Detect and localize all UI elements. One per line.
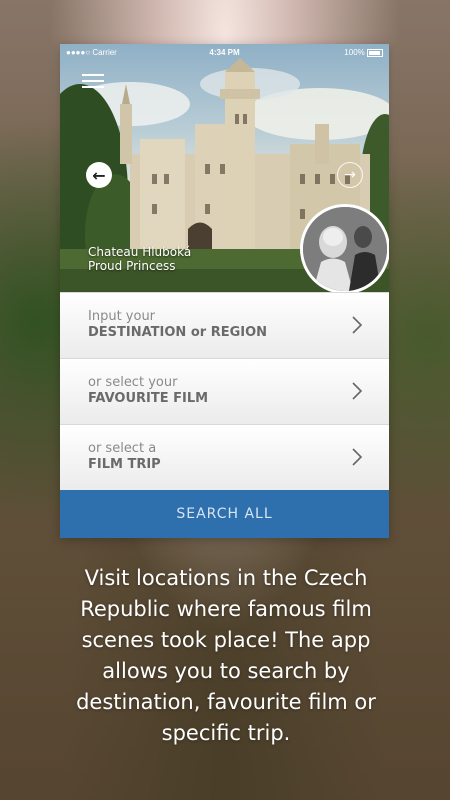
battery-icon xyxy=(367,48,383,57)
menu-icon[interactable] xyxy=(82,70,104,90)
status-time: 4:34 PM xyxy=(209,48,240,57)
destination-row[interactable]: Input your DESTINATION or REGION xyxy=(60,292,389,359)
film-name: Proud Princess xyxy=(88,259,176,273)
film-trip-row[interactable]: or select a FILM TRIP xyxy=(60,424,389,491)
film-line1: or select your xyxy=(88,375,178,390)
film-line2: FAVOURITE FILM xyxy=(88,391,209,406)
destination-line1: Input your xyxy=(88,309,156,324)
destination-line2: DESTINATION or REGION xyxy=(88,325,268,340)
hero-banner[interactable]: ●●●●○ Carrier 4:34 PM 100% ← → Chateau H… xyxy=(60,44,389,292)
favourite-film-row[interactable]: or select your FAVOURITE FILM xyxy=(60,358,389,425)
battery-percent: 100% xyxy=(344,48,365,57)
app-screen: ●●●●○ Carrier 4:34 PM 100% ← → Chateau H… xyxy=(60,44,389,538)
arrow-right-icon[interactable]: → xyxy=(337,162,363,188)
hero-caption: Chateau Hluboká Proud Princess xyxy=(88,245,191,273)
film-still-image xyxy=(303,207,387,291)
trip-line1: or select a xyxy=(88,441,157,456)
trip-line2: FILM TRIP xyxy=(88,457,161,472)
status-bar: ●●●●○ Carrier 4:34 PM 100% xyxy=(60,44,389,62)
search-all-button[interactable]: SEARCH ALL xyxy=(60,490,389,538)
arrow-left-icon[interactable]: ← xyxy=(86,162,112,188)
film-still-thumbnail[interactable] xyxy=(300,204,389,292)
chevron-right-icon xyxy=(352,448,363,466)
chevron-right-icon xyxy=(352,316,363,334)
battery-status: 100% xyxy=(344,44,383,62)
app-description: Visit locations in the Czech Republic wh… xyxy=(76,566,376,745)
chevron-right-icon xyxy=(352,382,363,400)
location-name: Chateau Hluboká xyxy=(88,245,192,259)
